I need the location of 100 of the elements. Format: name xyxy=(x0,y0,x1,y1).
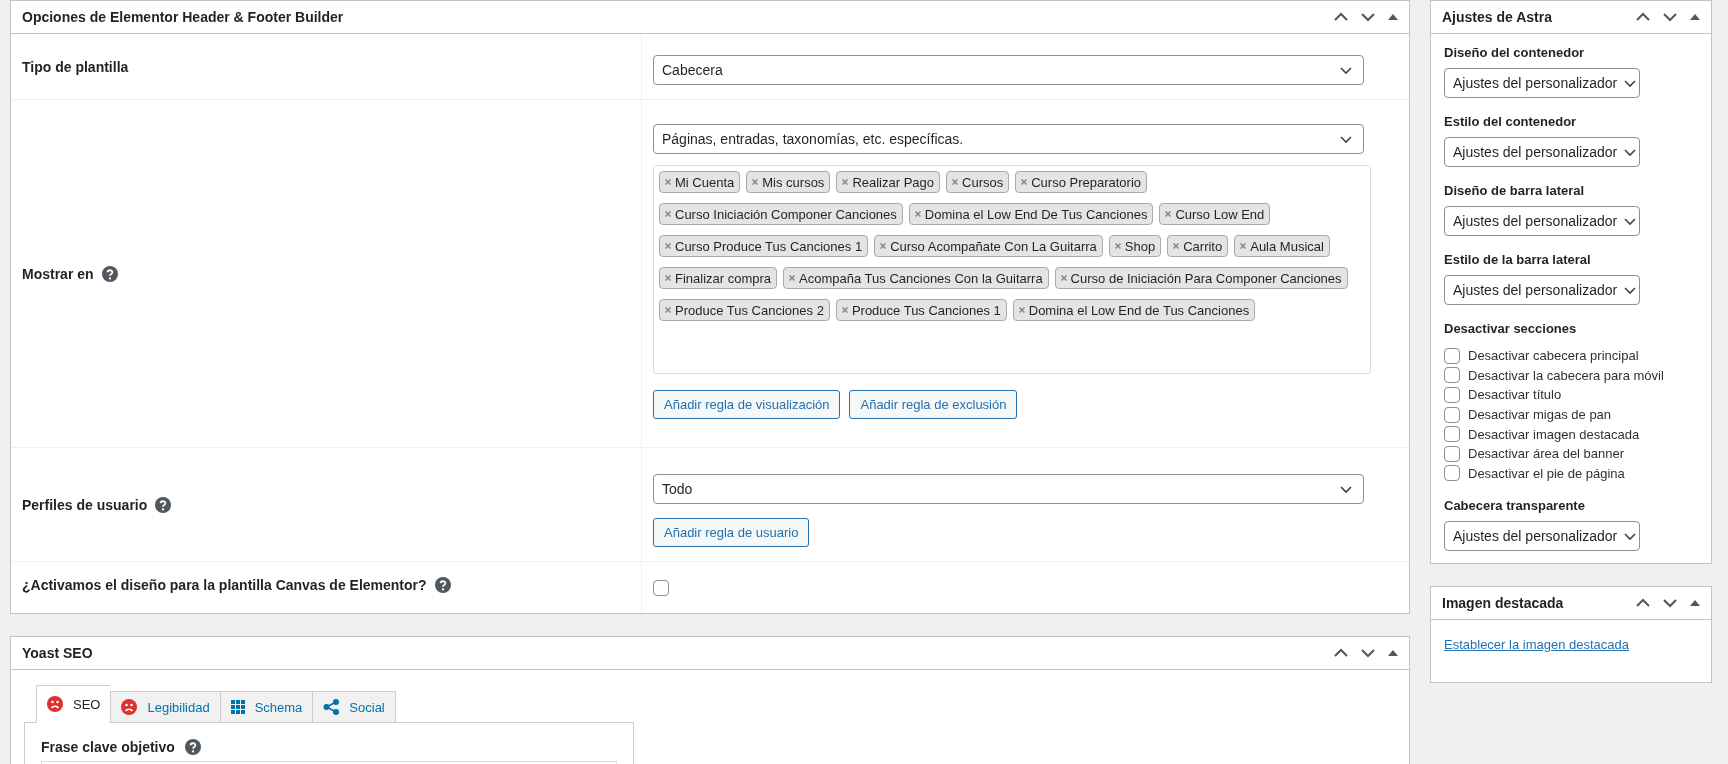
checkbox[interactable] xyxy=(653,580,669,596)
select-field[interactable]: Páginas, entradas, taxonomías, etc. específicas. xyxy=(653,124,1364,154)
add-rule-button[interactable]: Añadir regla de exclusión xyxy=(849,390,1018,419)
remove-icon[interactable] xyxy=(664,210,672,218)
select-field[interactable]: Ajustes del personalizador xyxy=(1444,521,1640,552)
checkbox[interactable] xyxy=(1444,367,1460,384)
remove-icon[interactable] xyxy=(1239,242,1248,250)
tag-chip[interactable]: Curso de Iniciación Para Componer Canciones xyxy=(1054,267,1348,289)
chevron-down-icon[interactable] xyxy=(1662,10,1678,24)
field-label: Frase clave objetivo xyxy=(41,739,175,755)
checkbox[interactable] xyxy=(1444,426,1460,443)
checkbox[interactable] xyxy=(1444,387,1460,403)
remove-icon[interactable] xyxy=(840,306,849,314)
checkbox-label: Desactivar la cabecera para móvil xyxy=(1468,367,1664,383)
caret-icon xyxy=(1339,484,1353,494)
chevron-down-icon[interactable] xyxy=(1360,646,1376,660)
sad-face-icon xyxy=(47,696,63,712)
remove-icon[interactable] xyxy=(664,274,672,282)
checkbox[interactable] xyxy=(1444,406,1460,423)
remove-icon[interactable] xyxy=(664,306,672,314)
caret-icon xyxy=(1623,78,1638,88)
sad-face-icon xyxy=(121,699,138,715)
field-label: Cabecera transparente xyxy=(1444,497,1586,516)
select-field[interactable]: Ajustes del personalizador xyxy=(1444,275,1640,305)
checkbox[interactable] xyxy=(1444,465,1460,482)
field-label: Perfiles de usuario xyxy=(22,496,148,513)
tag-chip[interactable]: Aula Musical xyxy=(1234,235,1330,257)
share-icon xyxy=(323,699,340,715)
field-label: Estilo del contenedor xyxy=(1444,113,1578,131)
tag-chip[interactable]: Curso Acompañate Con La Guitarra xyxy=(874,235,1103,257)
tag-chip[interactable]: Curso Iniciación Componer Canciones xyxy=(659,203,903,225)
tag-chip[interactable]: Mis cursos xyxy=(746,171,831,193)
remove-icon[interactable] xyxy=(951,178,960,186)
remove-icon[interactable] xyxy=(879,242,888,250)
tag-chip[interactable]: Domina el Low End de Tus Canciones xyxy=(1012,299,1256,321)
remove-icon[interactable] xyxy=(841,178,850,186)
remove-icon[interactable] xyxy=(1059,274,1068,282)
box-title: Opciones de Elementor Header & Footer Builder xyxy=(22,9,345,25)
caret-icon xyxy=(1339,134,1353,144)
caret-icon xyxy=(1623,285,1638,295)
tag-chip[interactable]: Curso Preparatorio xyxy=(1015,171,1148,193)
tab[interactable]: SEO xyxy=(36,685,111,723)
tag-chip[interactable]: Curso Produce Tus Canciones 1 xyxy=(659,235,869,257)
tag-chip[interactable]: Domina el Low End De Tus Canciones xyxy=(908,203,1154,225)
select-field[interactable]: Ajustes del personalizador xyxy=(1444,206,1640,236)
tab[interactable]: Schema xyxy=(219,691,313,723)
tag-chip[interactable]: Acompaña Tus Canciones Con la Guitarra xyxy=(783,267,1049,289)
field-label: Tipo de plantilla xyxy=(22,58,129,75)
caret-icon xyxy=(1339,65,1353,75)
remove-icon[interactable] xyxy=(913,210,922,218)
checkbox[interactable] xyxy=(1444,347,1460,364)
checkbox-label: Desactivar imagen destacada xyxy=(1468,426,1640,442)
tab[interactable]: Legibilidad xyxy=(110,691,220,723)
tag-chip[interactable]: Cursos xyxy=(946,171,1010,193)
field-label: Estilo de la barra lateral xyxy=(1444,251,1592,269)
tag-chip[interactable]: Realizar Pago xyxy=(836,171,941,193)
tag-chip[interactable]: Produce Tus Canciones 1 xyxy=(835,299,1007,321)
remove-icon[interactable] xyxy=(1164,210,1173,218)
remove-icon[interactable] xyxy=(751,178,760,186)
remove-icon[interactable] xyxy=(1017,306,1026,314)
help-icon xyxy=(184,739,201,755)
checkbox[interactable] xyxy=(1444,445,1460,462)
tag-chip[interactable]: Mi Cuenta xyxy=(659,171,741,193)
checkbox-label: Desactivar cabecera principal xyxy=(1468,348,1639,364)
checkbox-label: Desactivar título xyxy=(1468,387,1562,403)
field-label: Diseño del contenedor xyxy=(1444,44,1586,62)
select-field[interactable]: Ajustes del personalizador xyxy=(1444,137,1640,167)
checkbox-label: Desactivar el pie de página xyxy=(1468,465,1625,481)
select-field[interactable]: Ajustes del personalizador xyxy=(1444,68,1640,98)
caret-icon xyxy=(1623,531,1638,541)
tag-chip[interactable]: Curso Low End xyxy=(1159,203,1271,225)
tags-field[interactable] xyxy=(653,165,1371,374)
remove-icon[interactable] xyxy=(1172,242,1181,250)
remove-icon[interactable] xyxy=(664,178,672,186)
box-title: Imagen destacada xyxy=(1442,595,1565,612)
tag-chip[interactable]: Finalizar compra xyxy=(659,267,778,289)
tag-chip[interactable]: Produce Tus Canciones 2 xyxy=(659,299,830,321)
chevron-down-icon[interactable] xyxy=(1360,10,1376,24)
remove-icon[interactable] xyxy=(788,274,797,282)
add-rule-button[interactable]: Añadir regla de visualización xyxy=(653,390,841,419)
tab[interactable]: Social xyxy=(312,691,396,723)
field-label: ¿Activamos el diseño para la plantilla Canvas de Elementor? xyxy=(22,576,427,593)
checkbox-label: Desactivar área del banner xyxy=(1468,446,1625,462)
box-title: Yoast SEO xyxy=(22,645,94,661)
tag-chip[interactable]: Shop xyxy=(1108,235,1162,257)
box-title: Ajustes de Astra xyxy=(1442,9,1553,25)
field-label: Diseño de barra lateral xyxy=(1444,182,1586,200)
remove-icon[interactable] xyxy=(1113,242,1122,250)
select-field[interactable]: Cabecera xyxy=(653,55,1364,85)
add-rule-button[interactable]: Añadir regla de usuario xyxy=(653,518,810,547)
select-field[interactable]: Todo xyxy=(653,474,1364,504)
field-label: Mostrar en xyxy=(22,265,94,282)
set-featured-image-link[interactable]: Establecer la imagen destacada xyxy=(1444,637,1629,653)
remove-icon[interactable] xyxy=(1020,178,1029,186)
caret-icon xyxy=(1623,216,1638,226)
tag-chip[interactable]: Carrito xyxy=(1167,235,1229,257)
grid-icon xyxy=(230,700,245,714)
remove-icon[interactable] xyxy=(664,242,672,250)
caret-icon xyxy=(1623,147,1638,157)
section-label: Desactivar secciones xyxy=(1444,320,1578,338)
